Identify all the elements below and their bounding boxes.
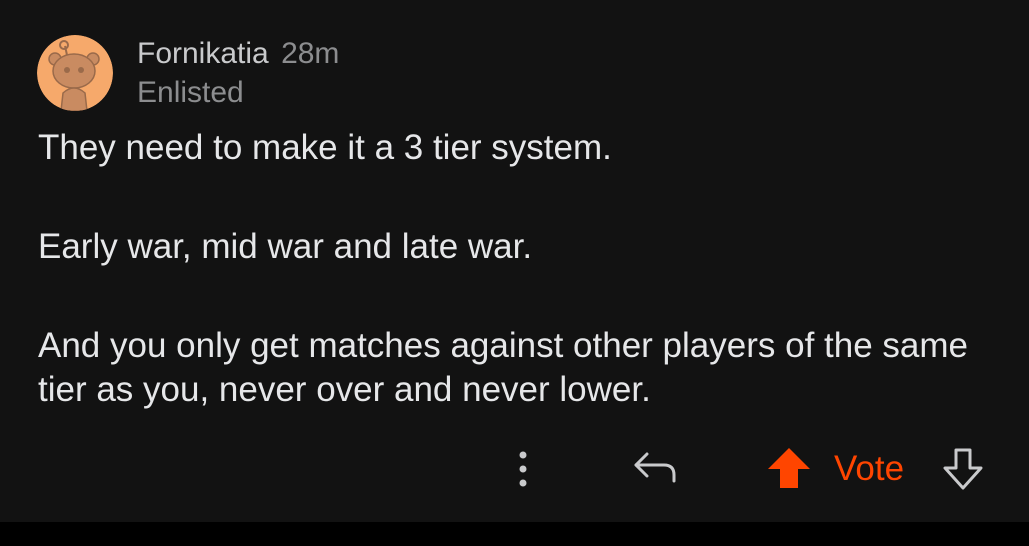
upvote-button[interactable] xyxy=(765,445,813,491)
more-options-button[interactable] xyxy=(505,448,541,490)
comment-paragraph: They need to make it a 3 tier system. xyxy=(38,128,612,167)
comment-paragraph: And you only get matches against other p… xyxy=(38,326,968,409)
vote-label: Vote xyxy=(834,449,905,488)
comment-header: Fornikatia 28m xyxy=(137,37,339,71)
user-flair: Enlisted xyxy=(137,76,244,109)
bottom-bar xyxy=(0,522,1029,546)
username[interactable]: Fornikatia xyxy=(137,37,269,70)
reply-button[interactable] xyxy=(630,446,680,490)
user-avatar[interactable] xyxy=(37,35,113,111)
comment-paragraph: Early war, mid war and late war. xyxy=(38,227,533,266)
timestamp: 28m xyxy=(281,37,340,70)
vertical-ellipsis-icon xyxy=(519,451,527,487)
downvote-button[interactable] xyxy=(940,446,986,492)
comment-body: They need to make it a 3 tier system. Ea… xyxy=(38,126,998,412)
upvote-arrow-icon xyxy=(768,448,810,488)
downvote-arrow-icon xyxy=(943,448,983,490)
reply-icon xyxy=(634,452,676,483)
snoo-avatar-icon xyxy=(37,35,113,111)
comment: Fornikatia 28m Enlisted They need to mak… xyxy=(0,0,1029,522)
